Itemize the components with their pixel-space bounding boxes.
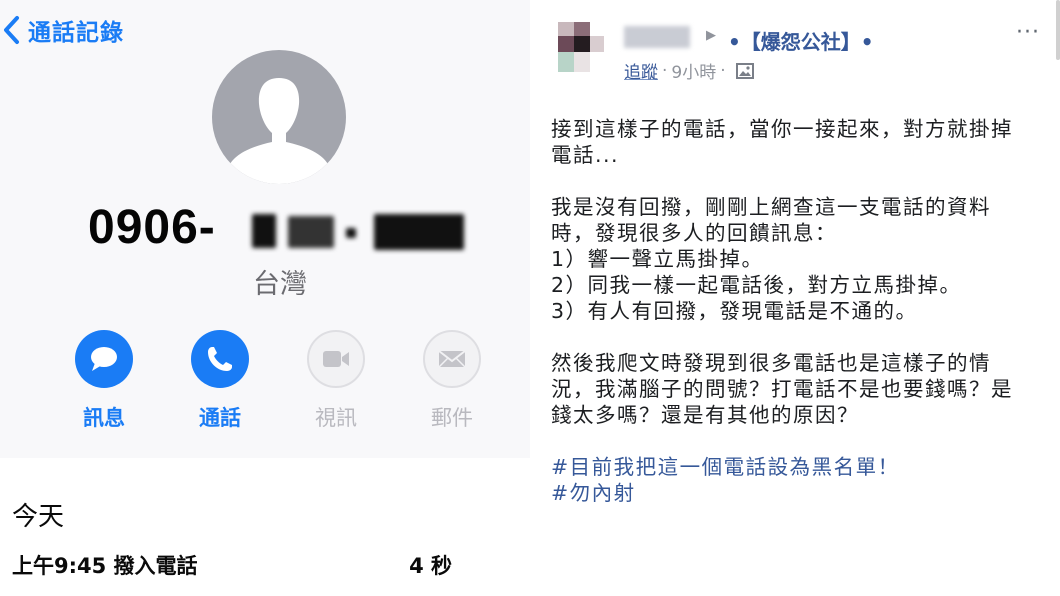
post-body: 接到這樣子的電話，當你一接起來，對方就掛掉 電話... 我是沒有回撥，剛剛上網查… xyxy=(551,116,1041,506)
video-action-button[interactable]: 視訊 xyxy=(296,330,376,432)
back-button[interactable]: 通話記錄 xyxy=(0,12,124,48)
call-log-time: 上午9:45 撥入電話 xyxy=(12,554,198,578)
scrollbar[interactable] xyxy=(1056,0,1060,60)
author-name-redacted[interactable] xyxy=(624,26,690,48)
phone-handset-icon xyxy=(208,347,232,371)
post-timestamp[interactable]: 9小時 xyxy=(671,58,716,83)
message-bubble-icon xyxy=(91,347,117,371)
facebook-post: ▶ •【爆怨公社】• 追蹤 · 9小時 · ··· 接到這樣子的電話，當你一接起… xyxy=(538,0,1060,596)
meta-separator: · xyxy=(662,60,668,81)
hashtag-link[interactable]: #目前我把這一個電話設為黑名單！ xyxy=(551,454,1041,480)
redacted-digits xyxy=(288,216,334,248)
call-action-label: 通話 xyxy=(199,406,241,430)
call-log-section-title: 今天 xyxy=(12,502,65,532)
post-line: 3）有人有回撥，發現電話是不通的。 xyxy=(551,299,918,323)
chevron-left-icon xyxy=(4,16,19,44)
post-line: 時，發現很多人的回饋訊息： xyxy=(551,221,837,245)
phone-number-prefix: 0906- xyxy=(88,201,216,254)
follow-link[interactable]: 追蹤 xyxy=(624,58,658,83)
post-line: 我是沒有回撥，剛剛上網查這一支電話的資料 xyxy=(551,195,991,219)
call-action-button[interactable]: 通話 xyxy=(180,330,260,432)
message-action-label: 訊息 xyxy=(83,406,125,430)
phone-region: 台灣 xyxy=(253,269,307,300)
hashtag-link[interactable]: #勿內射 xyxy=(551,480,1041,506)
call-log-duration: 4 秒 xyxy=(409,554,452,578)
message-action-button[interactable]: 訊息 xyxy=(64,330,144,432)
person-silhouette-icon xyxy=(228,78,330,184)
post-line: 況，我滿腦子的問號？打電話不是也要錢嗎？是 xyxy=(551,377,1013,401)
more-options-button[interactable]: ··· xyxy=(1016,20,1040,45)
author-avatar[interactable] xyxy=(558,22,604,72)
contact-card: 通話記錄 0906- 台灣 訊息 通話 視訊 郵件 xyxy=(0,0,530,458)
video-action-label: 視訊 xyxy=(315,406,357,430)
post-line: 接到這樣子的電話，當你一接起來，對方就掛掉 xyxy=(551,117,1013,141)
meta-separator: · xyxy=(720,60,726,81)
group-name-link[interactable]: •【爆怨公社】• xyxy=(728,26,874,55)
envelope-icon xyxy=(438,350,466,368)
post-line: 1）響一聲立馬掛掉。 xyxy=(551,247,764,271)
post-line: 錢太多嗎？還是有其他的原因？ xyxy=(551,403,859,427)
post-line: 電話... xyxy=(551,143,620,167)
redacted-digits xyxy=(252,214,276,248)
post-meta: 追蹤 · 9小時 · xyxy=(624,58,754,83)
redacted-digits xyxy=(374,214,464,250)
video-camera-icon xyxy=(323,351,349,367)
mail-action-label: 郵件 xyxy=(431,406,473,430)
contact-avatar xyxy=(212,50,346,184)
contact-panel: 通話記錄 0906- 台灣 訊息 通話 視訊 郵件 今天 上午9:45 撥入電話… xyxy=(0,0,530,596)
back-label: 通話記錄 xyxy=(28,20,124,46)
post-line: 然後我爬文時發現到很多電話也是這樣子的情 xyxy=(551,351,991,375)
post-line: 2）同我一樣一起電話後，對方立馬掛掉。 xyxy=(551,273,962,297)
photo-icon xyxy=(735,62,754,79)
arrow-right-icon: ▶ xyxy=(706,28,716,43)
mail-action-button[interactable]: 郵件 xyxy=(412,330,492,432)
redacted-digits xyxy=(346,228,356,238)
